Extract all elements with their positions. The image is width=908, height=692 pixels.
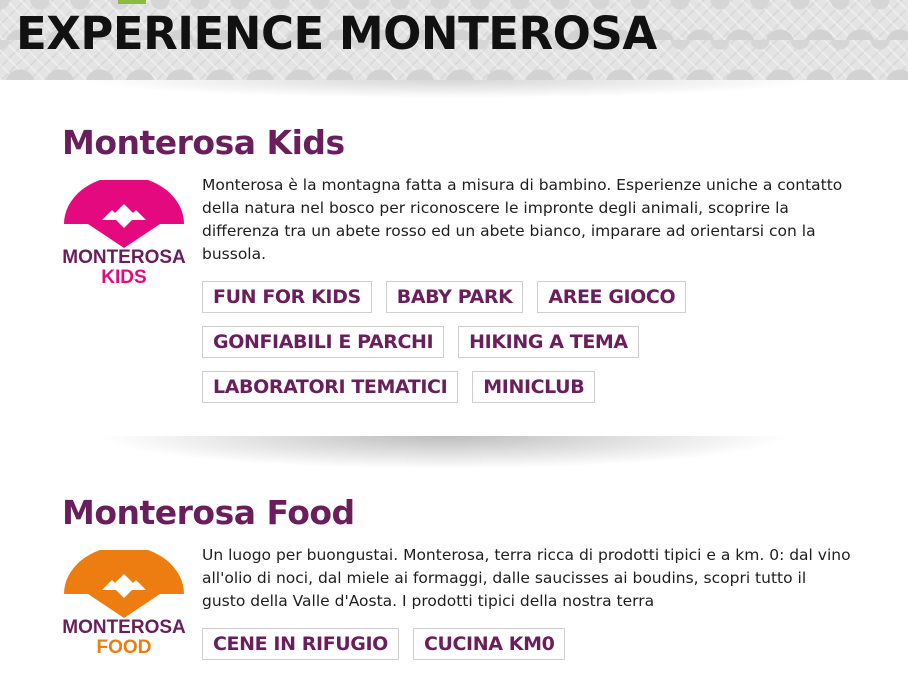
section-content-kids: Monterosa è la montagna fatta a misura d… [202,174,852,403]
tag-list-kids: FUN FOR KIDS BABY PARK AREE GIOCO GONFIA… [202,281,722,403]
section-title-kids[interactable]: Monterosa Kids [62,120,862,166]
header-banner: EXPERIENCE MONTEROSA [0,0,908,80]
logo-sub-text: FOOD [96,637,152,658]
logo-brand-text: MONTEROSA [62,617,186,638]
tag-cucina-km0[interactable]: CUCINA KM0 [412,628,566,660]
section-description-food: Un luogo per buongustai. Monterosa, terr… [202,546,851,610]
tag-gonfiabili-e-parchi[interactable]: GONFIABILI E PARCHI [202,326,445,358]
logo-sub-text: KIDS [101,267,147,288]
page-title: EXPERIENCE MONTEROSA [16,7,657,60]
tag-miniclub[interactable]: MINICLUB [472,371,596,403]
logo-brand-text: MONTEROSA [62,247,186,268]
section-description-kids: Monterosa è la montagna fatta a misura d… [202,176,843,263]
section-title-food[interactable]: Monterosa Food [62,490,862,536]
tag-fun-for-kids[interactable]: FUN FOR KIDS [202,281,372,313]
mountain-arch-icon [64,550,184,618]
monterosa-kids-logo[interactable]: MONTEROSA KIDS [62,180,186,292]
tag-hiking-a-tema[interactable]: HIKING A TEMA [458,326,639,358]
section-divider-shadow [88,436,800,470]
section-content-food: Un luogo per buongustai. Monterosa, terr… [202,544,852,660]
tag-list-food: CENE IN RIFUGIO CUCINA KM0 [202,628,722,660]
section-monterosa-food: Monterosa Food MONTEROSA FOOD Un luogo p… [62,490,862,660]
tag-baby-park[interactable]: BABY PARK [385,281,524,313]
mountain-arch-icon [64,180,184,248]
banner-shadow [80,80,820,98]
tag-cene-in-rifugio[interactable]: CENE IN RIFUGIO [202,628,399,660]
monterosa-food-logo[interactable]: MONTEROSA FOOD [62,550,186,662]
page: EXPERIENCE MONTEROSA Monterosa Kids MONT… [0,0,908,692]
tag-aree-gioco[interactable]: AREE GIOCO [537,281,687,313]
tag-laboratori-tematici[interactable]: LABORATORI TEMATICI [202,371,459,403]
section-monterosa-kids: Monterosa Kids MONTEROSA KIDS Monterosa … [62,120,862,403]
